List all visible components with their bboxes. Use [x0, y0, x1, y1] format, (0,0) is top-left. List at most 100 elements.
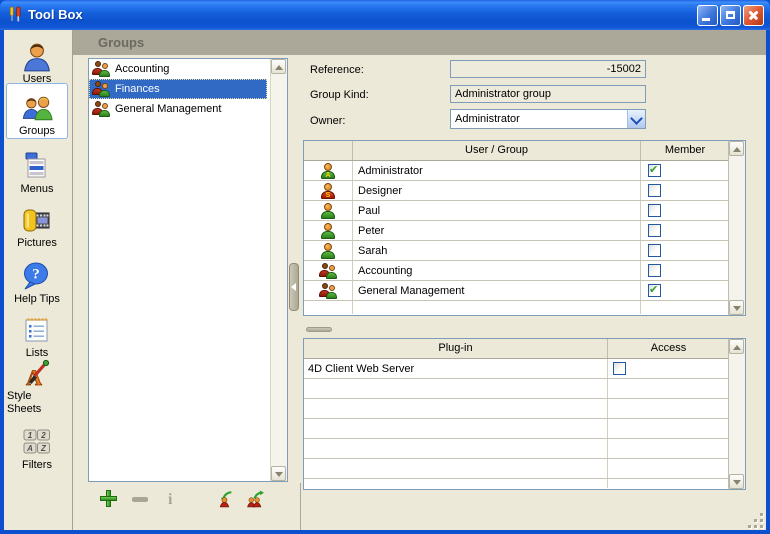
help-tips-icon: ?	[21, 261, 53, 293]
window-title: Tool Box	[28, 0, 83, 29]
member-row[interactable]: Administrator	[304, 161, 745, 181]
users-icon	[21, 41, 53, 73]
member-row[interactable]: General Management	[304, 281, 745, 301]
sidebar-item-menus[interactable]: Menus	[7, 146, 67, 196]
group-list-item[interactable]: General Management	[89, 99, 267, 119]
pane-splitter-handle[interactable]	[289, 263, 299, 311]
empty-row	[304, 301, 745, 314]
close-button[interactable]	[743, 5, 764, 26]
window-content: Groups Users	[4, 30, 766, 530]
scroll-down-button[interactable]	[271, 466, 286, 481]
lists-icon	[21, 315, 53, 347]
member-checkbox[interactable]	[648, 184, 661, 197]
table-splitter-handle[interactable]	[306, 327, 332, 332]
sidebar-item-filters[interactable]: 1 2 A Z Filters	[7, 422, 67, 472]
member-checkbox[interactable]	[648, 164, 661, 177]
save-group-button[interactable]	[246, 490, 266, 510]
group-icon	[92, 101, 111, 117]
member-checkbox[interactable]	[648, 244, 661, 257]
user-designer-icon	[320, 183, 336, 199]
owner-dropdown[interactable]: Administrator	[450, 109, 646, 129]
group-icon	[319, 283, 338, 299]
plugin-row[interactable]: 4D Client Web Server	[304, 359, 745, 379]
member-row[interactable]: Peter	[304, 221, 745, 241]
minimize-button[interactable]	[697, 5, 718, 26]
svg-text:2: 2	[40, 431, 46, 440]
plugin-column-header[interactable]: Plug-in	[304, 339, 608, 358]
members-table: User / Group Member Administrator Design…	[303, 140, 746, 316]
groups-toolbar: i	[88, 490, 298, 514]
scroll-up-button[interactable]	[271, 59, 286, 74]
user-import-icon	[216, 490, 234, 508]
window-controls	[697, 5, 764, 26]
toolbox-icon	[7, 6, 24, 23]
reference-field[interactable]: -15002	[450, 60, 646, 78]
scroll-down-icon	[275, 472, 283, 477]
sidebar-item-users[interactable]: Users	[7, 36, 67, 86]
group-icon	[319, 263, 338, 279]
owner-value: Administrator	[455, 113, 520, 125]
svg-text:?: ?	[32, 267, 40, 283]
group-name: Finances	[115, 83, 160, 95]
load-group-button[interactable]	[216, 490, 236, 510]
member-row[interactable]: Paul	[304, 201, 745, 221]
member-column-header[interactable]: Member	[641, 141, 729, 160]
resize-grip[interactable]	[747, 512, 763, 528]
maximize-button[interactable]	[720, 5, 741, 26]
member-row[interactable]: Sarah	[304, 241, 745, 261]
user-admin-icon	[320, 163, 336, 179]
access-checkbox[interactable]	[613, 362, 626, 375]
svg-text:1: 1	[28, 431, 33, 440]
member-row[interactable]: Designer	[304, 181, 745, 201]
minimize-icon	[702, 18, 710, 21]
scroll-up-icon	[733, 147, 741, 152]
group-kind-field[interactable]: Administrator group	[450, 85, 646, 103]
bottom-divider	[300, 483, 301, 530]
member-checkbox[interactable]	[648, 284, 661, 297]
scroll-up-icon	[275, 65, 283, 70]
scroll-down-button[interactable]	[729, 474, 744, 489]
user-export-icon	[246, 490, 264, 508]
member-name: Peter	[353, 221, 641, 240]
sidebar-item-label: Pictures	[17, 237, 57, 250]
groups-list: Accounting Finances General Management	[88, 58, 288, 482]
scroll-down-icon	[733, 306, 741, 311]
sidebar-item-label: Menus	[20, 183, 53, 196]
member-row[interactable]: Accounting	[304, 261, 745, 281]
add-group-button[interactable]	[100, 490, 120, 510]
title-bar[interactable]: Tool Box	[0, 0, 770, 30]
group-icon	[92, 81, 111, 97]
user-group-column-header[interactable]: User / Group	[353, 141, 641, 160]
group-icon	[92, 61, 111, 77]
plugins-table-scrollbar[interactable]	[728, 339, 745, 489]
group-name: General Management	[115, 103, 221, 115]
member-checkbox[interactable]	[648, 224, 661, 237]
info-icon: i	[168, 491, 172, 508]
info-button[interactable]: i	[168, 490, 180, 510]
sidebar-item-pictures[interactable]: Pictures	[7, 200, 67, 250]
group-list-item-selected[interactable]: Finances	[89, 79, 267, 99]
members-table-scrollbar[interactable]	[728, 141, 745, 315]
sidebar-item-style-sheets[interactable]: A Style Sheets	[7, 366, 67, 416]
sidebar-item-lists[interactable]: Lists	[7, 310, 67, 360]
sidebar-item-groups[interactable]: Groups	[6, 83, 68, 139]
chevron-down-icon	[630, 112, 643, 125]
member-name: Sarah	[353, 241, 641, 260]
reference-label: Reference:	[310, 64, 440, 76]
scroll-down-button[interactable]	[729, 300, 744, 315]
style-sheets-icon: A	[21, 358, 53, 390]
groups-list-scrollbar[interactable]	[270, 59, 287, 481]
member-checkbox[interactable]	[648, 204, 661, 217]
group-list-item[interactable]: Accounting	[89, 59, 267, 79]
sidebar-item-help-tips[interactable]: ? Help Tips	[7, 256, 67, 306]
menus-icon	[21, 151, 53, 183]
members-table-header: User / Group Member	[304, 141, 745, 161]
member-checkbox[interactable]	[648, 264, 661, 277]
scroll-up-button[interactable]	[729, 141, 744, 156]
scroll-up-button[interactable]	[729, 339, 744, 354]
dropdown-button[interactable]	[627, 110, 645, 128]
plugin-name: 4D Client Web Server	[304, 359, 608, 378]
filters-icon: 1 2 A Z	[21, 427, 53, 459]
delete-group-button[interactable]	[132, 490, 152, 510]
access-column-header[interactable]: Access	[608, 339, 729, 358]
